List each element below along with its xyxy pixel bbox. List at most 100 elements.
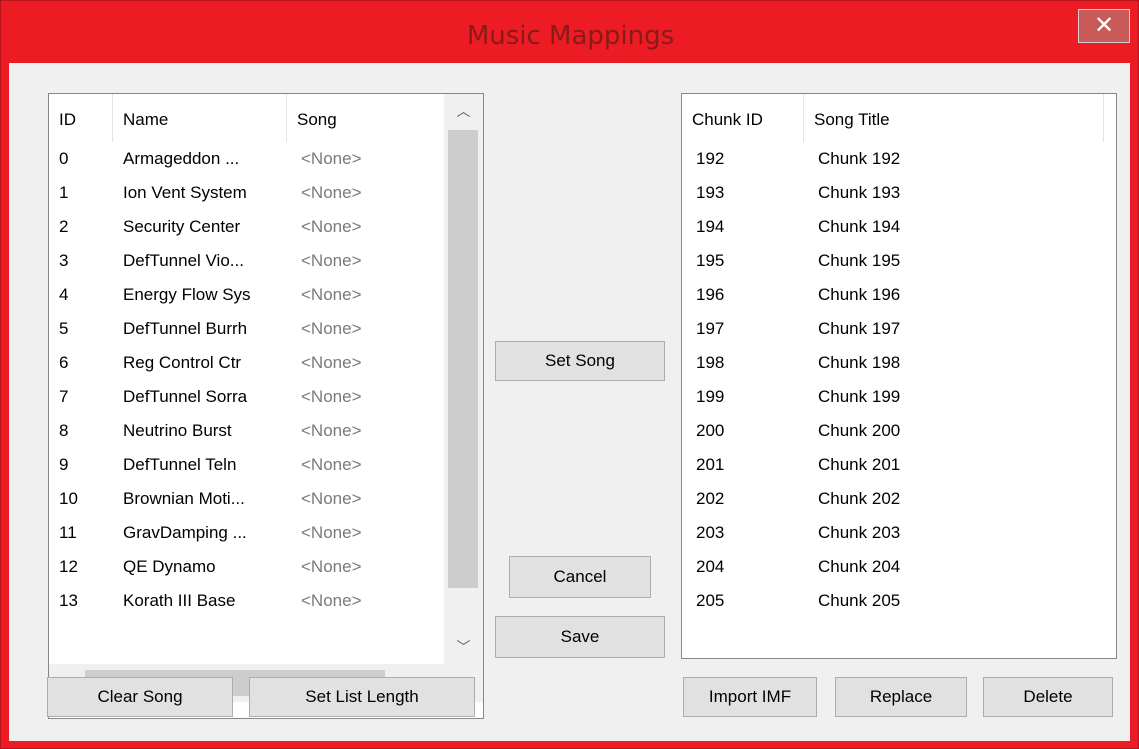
mapping-song: <None> [301,251,362,270]
scroll-down-icon[interactable]: ﹀ [444,630,483,664]
save-button[interactable]: Save [495,616,665,658]
chunk-list-row[interactable]: 198 Chunk 198 [682,346,1116,380]
mapping-id: 8 [59,421,69,440]
mapping-song: <None> [301,489,362,508]
mapping-list-row[interactable]: 6 Reg Control Ctr <None> [49,346,444,380]
mapping-name: DefTunnel Sorra [123,387,248,406]
mapping-list-row[interactable]: 10 Brownian Moti... <None> [49,482,444,516]
chunk-id: 201 [696,455,725,474]
music-mapping-list[interactable]: ID Name Song 0 Armageddon ... <None> 1 Ion V… [48,93,484,719]
chunk-song-title: Chunk 201 [818,455,901,474]
mapping-list-row[interactable]: 4 Energy Flow Sys <None> [49,278,444,312]
chunk-list-row[interactable]: 205 Chunk 205 [682,584,1116,618]
import-imf-button[interactable]: Import IMF [683,677,817,717]
mapping-list-row[interactable]: 11 GravDamping ... <None> [49,516,444,550]
mapping-id: 13 [59,591,78,610]
mapping-id: 6 [59,353,69,372]
close-button[interactable]: ✕ [1078,9,1130,43]
mapping-name: Energy Flow Sys [123,285,251,304]
mapping-song: <None> [301,319,362,338]
mapping-list-row[interactable]: 3 DefTunnel Vio... <None> [49,244,444,278]
chunk-list-row[interactable]: 202 Chunk 202 [682,482,1116,516]
vertical-scroll-thumb[interactable] [448,130,478,588]
mapping-id: 4 [59,285,69,304]
mapping-list-row[interactable]: 0 Armageddon ... <None> [49,142,444,176]
mapping-list-row[interactable]: 9 DefTunnel Teln <None> [49,448,444,482]
mapping-song: <None> [301,591,362,610]
dialog-client-area: ID Name Song 0 Armageddon ... <None> 1 Ion V… [9,63,1130,741]
chunk-song-title: Chunk 204 [818,557,901,576]
chunk-id: 200 [696,421,725,440]
mapping-song: <None> [301,421,362,440]
chunk-song-title: Chunk 199 [818,387,901,406]
mapping-list-row[interactable]: 8 Neutrino Burst <None> [49,414,444,448]
chunk-id: 197 [696,319,725,338]
replace-button[interactable]: Replace [835,677,967,717]
scroll-up-icon[interactable]: ︿ [444,94,483,128]
chunk-list-row[interactable]: 192 Chunk 192 [682,142,1116,176]
mapping-name: Armageddon ... [123,149,240,168]
song-chunk-list[interactable]: Chunk ID Song Title 192 Chunk 192 193 Chunk… [681,93,1117,659]
title-bar[interactable]: Music Mappings ✕ [1,1,1139,63]
chunk-list-row[interactable]: 197 Chunk 197 [682,312,1116,346]
chunk-song-title: Chunk 193 [818,183,901,202]
column-header-name[interactable]: Name [113,94,287,142]
mapping-name: DefTunnel Vio... [123,251,244,270]
mapping-song: <None> [301,149,362,168]
mapping-list-row[interactable]: 12 QE Dynamo <None> [49,550,444,584]
set-song-button[interactable]: Set Song [495,341,665,381]
chunk-list-row[interactable]: 201 Chunk 201 [682,448,1116,482]
mapping-id: 1 [59,183,69,202]
clear-song-button[interactable]: Clear Song [47,677,233,717]
chunk-song-title: Chunk 195 [818,251,901,270]
mapping-song: <None> [301,183,362,202]
mapping-id: 11 [59,523,77,542]
chunk-list-row[interactable]: 203 Chunk 203 [682,516,1116,550]
chunk-list-row[interactable]: 195 Chunk 195 [682,244,1116,278]
set-list-length-button[interactable]: Set List Length [249,677,475,717]
chunk-song-title: Chunk 194 [818,217,901,236]
chunk-list-row[interactable]: 200 Chunk 200 [682,414,1116,448]
column-header-chunk-id[interactable]: Chunk ID [682,94,804,142]
mapping-id: 3 [59,251,69,270]
mapping-list-header: ID Name Song [49,94,483,142]
mapping-list-row[interactable]: 13 Korath III Base <None> [49,584,444,618]
chunk-list-row[interactable]: 193 Chunk 193 [682,176,1116,210]
mapping-list-row[interactable]: 1 Ion Vent System <None> [49,176,444,210]
window-title: Music Mappings [466,21,675,51]
mapping-list-row[interactable]: 5 DefTunnel Burrh <None> [49,312,444,346]
column-header-id[interactable]: ID [49,94,113,142]
chunk-song-title: Chunk 192 [818,149,901,168]
cancel-button[interactable]: Cancel [509,556,651,598]
column-header-song-title[interactable]: Song Title [804,94,1104,142]
chunk-id: 194 [696,217,725,236]
chunk-id: 196 [696,285,725,304]
close-icon: ✕ [1093,12,1115,39]
column-header-song[interactable]: Song [287,94,437,142]
chunk-list-header: Chunk ID Song Title [682,94,1116,142]
mapping-song: <None> [301,557,362,576]
chunk-song-title: Chunk 197 [818,319,901,338]
chunk-id: 193 [696,183,725,202]
mapping-song: <None> [301,217,362,236]
mapping-name: Ion Vent System [123,183,247,202]
mapping-name: GravDamping ... [123,523,247,542]
chunk-song-title: Chunk 200 [818,421,901,440]
chunk-list-row[interactable]: 196 Chunk 196 [682,278,1116,312]
mapping-id: 5 [59,319,69,338]
chunk-song-title: Chunk 203 [818,523,901,542]
chunk-song-title: Chunk 198 [818,353,901,372]
chunk-song-title: Chunk 196 [818,285,901,304]
delete-button[interactable]: Delete [983,677,1113,717]
mapping-list-row[interactable]: 2 Security Center <None> [49,210,444,244]
mapping-song: <None> [301,285,362,304]
chunk-id: 199 [696,387,725,406]
chunk-list-row[interactable]: 199 Chunk 199 [682,380,1116,414]
chunk-list-row[interactable]: 204 Chunk 204 [682,550,1116,584]
mapping-list-row[interactable]: 7 DefTunnel Sorra <None> [49,380,444,414]
mapping-id: 10 [59,489,78,508]
mapping-song: <None> [301,455,362,474]
chunk-id: 202 [696,489,725,508]
chunk-list-row[interactable]: 194 Chunk 194 [682,210,1116,244]
vertical-scrollbar[interactable]: ︿ ﹀ [444,94,483,664]
